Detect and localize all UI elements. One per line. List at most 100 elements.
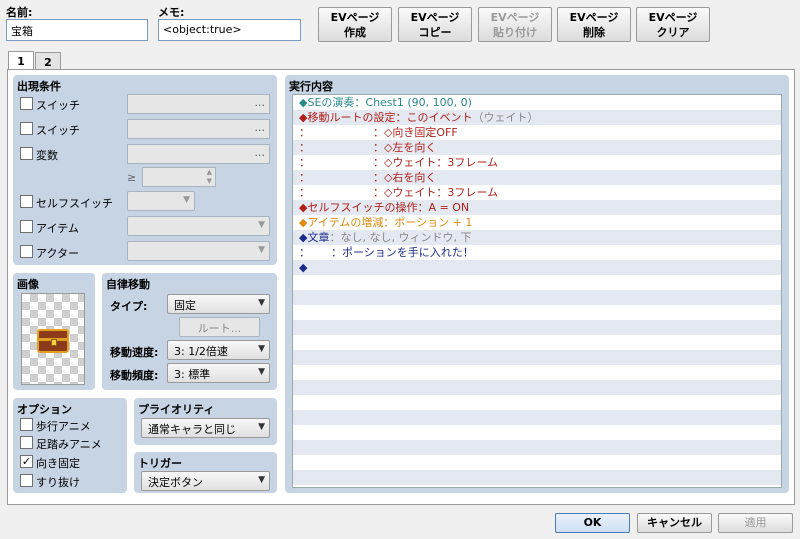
move-frequency-value: 3: 標準 <box>174 368 211 381</box>
empty-row <box>293 305 781 320</box>
selfswitch-label: セルフスイッチ <box>36 197 113 210</box>
move-type-select[interactable]: 固定 ▼ <box>167 294 270 314</box>
through-label: すり抜け <box>36 476 80 489</box>
ev-page-delete-button[interactable]: EVページ 削除 <box>557 7 631 42</box>
memo-input[interactable]: <object:true> <box>158 19 301 41</box>
route-button[interactable]: ルート... <box>179 317 260 337</box>
command-text: ： ：◇ウェイト：3フレーム <box>299 186 499 199</box>
chevron-down-icon: ▼ <box>183 195 190 205</box>
switch2-checkbox[interactable] <box>20 122 33 135</box>
command-row[interactable]: ： ：◇右を向く <box>293 170 781 185</box>
empty-row <box>293 380 781 395</box>
command-row[interactable]: ◆ <box>293 260 781 275</box>
walking-anim-checkbox[interactable] <box>20 418 33 431</box>
command-text: ： ：◇左を向く <box>299 141 437 154</box>
name-input[interactable]: 宝箱 <box>6 19 148 41</box>
command-row[interactable]: ◆アイテムの増減：ポーション + 1 <box>293 215 781 230</box>
ok-button[interactable]: OK <box>555 513 630 533</box>
item-select[interactable]: ▼ <box>127 216 270 236</box>
tab-page-2[interactable]: 2 <box>35 52 61 70</box>
item-checkbox[interactable] <box>20 220 33 233</box>
actor-select[interactable]: ▼ <box>127 241 270 261</box>
image-group: 画像 <box>13 273 95 390</box>
selfswitch-select[interactable]: ▼ <box>127 191 195 211</box>
switch2-selector[interactable]: ... <box>127 119 270 139</box>
treasure-chest-icon <box>37 329 69 353</box>
walking-anim-label: 歩行アニメ <box>36 420 91 433</box>
command-text: ： ：ポーションを手に入れた！ <box>299 246 474 259</box>
command-text: ◆アイテムの増減：ポーション + 1 <box>299 216 473 229</box>
empty-row <box>293 320 781 335</box>
name-label: 名前: <box>6 6 33 19</box>
autonomous-title: 自律移動 <box>106 278 150 291</box>
empty-row <box>293 410 781 425</box>
move-speed-value: 3: 1/2倍速 <box>174 345 228 358</box>
ev-page-copy-button[interactable]: EVページ コピー <box>398 7 472 42</box>
chevron-down-icon: ▼ <box>258 367 265 377</box>
command-text: ： ：◇向き固定OFF <box>299 126 458 139</box>
command-row[interactable]: ◆SEの演奏：Chest1 (90, 100, 0) <box>293 95 781 110</box>
conditions-group: 出現条件 スイッチ ... スイッチ ... 変数 ... ≥ ▲ ▼ セルフスイ… <box>13 75 277 265</box>
options-group: オプション 歩行アニメ 足踏みアニメ ✓ 向き固定 すり抜け <box>13 398 127 493</box>
memo-label: メモ: <box>158 6 185 19</box>
actor-checkbox[interactable] <box>20 245 33 258</box>
empty-row <box>293 440 781 455</box>
command-row[interactable]: ： ：◇ウェイト：3フレーム <box>293 185 781 200</box>
stepping-anim-checkbox[interactable] <box>20 436 33 449</box>
event-image-preview[interactable] <box>21 293 85 385</box>
command-text: ： ：◇右を向く <box>299 171 437 184</box>
priority-group: プライオリティ 通常キャラと同じ ▼ <box>134 398 277 445</box>
button-line1: EVページ <box>410 10 460 24</box>
chevron-down-icon: ▼ <box>258 245 265 255</box>
command-row[interactable]: ◆文章：なし, なし, ウィンドウ, 下 <box>293 230 781 245</box>
trigger-select[interactable]: 決定ボタン ▼ <box>141 471 270 491</box>
empty-row <box>293 350 781 365</box>
image-title: 画像 <box>17 278 39 291</box>
empty-row <box>293 395 781 410</box>
button-line1: EVページ <box>490 10 540 24</box>
through-checkbox[interactable] <box>20 474 33 487</box>
move-frequency-select[interactable]: 3: 標準 ▼ <box>167 363 270 383</box>
chevron-down-icon: ▼ <box>258 298 265 308</box>
command-row[interactable]: ◆セルフスイッチの操作：A = ON <box>293 200 781 215</box>
button-line2: コピー <box>418 25 452 39</box>
variable-selector[interactable]: ... <box>127 144 270 164</box>
priority-select[interactable]: 通常キャラと同じ ▼ <box>141 418 270 438</box>
command-text: ◆SEの演奏：Chest1 (90, 100, 0) <box>299 96 472 109</box>
ev-page-new-button[interactable]: EVページ 作成 <box>318 7 392 42</box>
command-row[interactable]: ◆移動ルートの設定：このイベント（ウェイト） <box>293 110 781 125</box>
chevron-down-icon: ▼ <box>258 344 265 354</box>
command-row[interactable]: ： ：ポーションを手に入れた！ <box>293 245 781 260</box>
direction-fix-checkbox[interactable]: ✓ <box>20 455 33 468</box>
variable-label: 変数 <box>36 149 58 162</box>
chevron-down-icon: ▼ <box>258 475 265 485</box>
ge-symbol: ≥ <box>127 171 137 184</box>
button-line2: クリア <box>656 25 690 39</box>
command-list[interactable]: ◆SEの演奏：Chest1 (90, 100, 0) ◆移動ルートの設定：このイ… <box>292 94 782 488</box>
empty-row <box>293 290 781 305</box>
command-row[interactable]: ： ：◇左を向く <box>293 140 781 155</box>
switch1-selector[interactable]: ... <box>127 94 270 114</box>
switch1-checkbox[interactable] <box>20 97 33 110</box>
tab-page-1[interactable]: 1 <box>8 51 34 70</box>
command-suffix: （ウェイト） <box>472 111 539 124</box>
actor-label: アクター <box>36 247 80 260</box>
cancel-button[interactable]: キャンセル <box>637 513 712 533</box>
command-text: ： ：◇ウェイト：3フレーム <box>299 156 499 169</box>
variable-value-spinner[interactable]: ▲ ▼ <box>142 167 216 187</box>
trigger-title: トリガー <box>138 457 182 470</box>
button-line2: 貼り付け <box>493 25 537 39</box>
direction-fix-label: 向き固定 <box>36 457 80 470</box>
empty-row <box>293 365 781 380</box>
frequency-label: 移動頻度: <box>110 369 159 382</box>
button-line2: 作成 <box>344 25 366 39</box>
apply-button[interactable]: 適用 <box>718 513 793 533</box>
variable-checkbox[interactable] <box>20 147 33 160</box>
switch1-label: スイッチ <box>36 99 80 112</box>
selfswitch-checkbox[interactable] <box>20 195 33 208</box>
ev-page-clear-button[interactable]: EVページ クリア <box>636 7 710 42</box>
move-speed-select[interactable]: 3: 1/2倍速 ▼ <box>167 340 270 360</box>
command-row[interactable]: ： ：◇ウェイト：3フレーム <box>293 155 781 170</box>
command-row[interactable]: ： ：◇向き固定OFF <box>293 125 781 140</box>
ev-page-paste-button[interactable]: EVページ 貼り付け <box>478 7 552 42</box>
